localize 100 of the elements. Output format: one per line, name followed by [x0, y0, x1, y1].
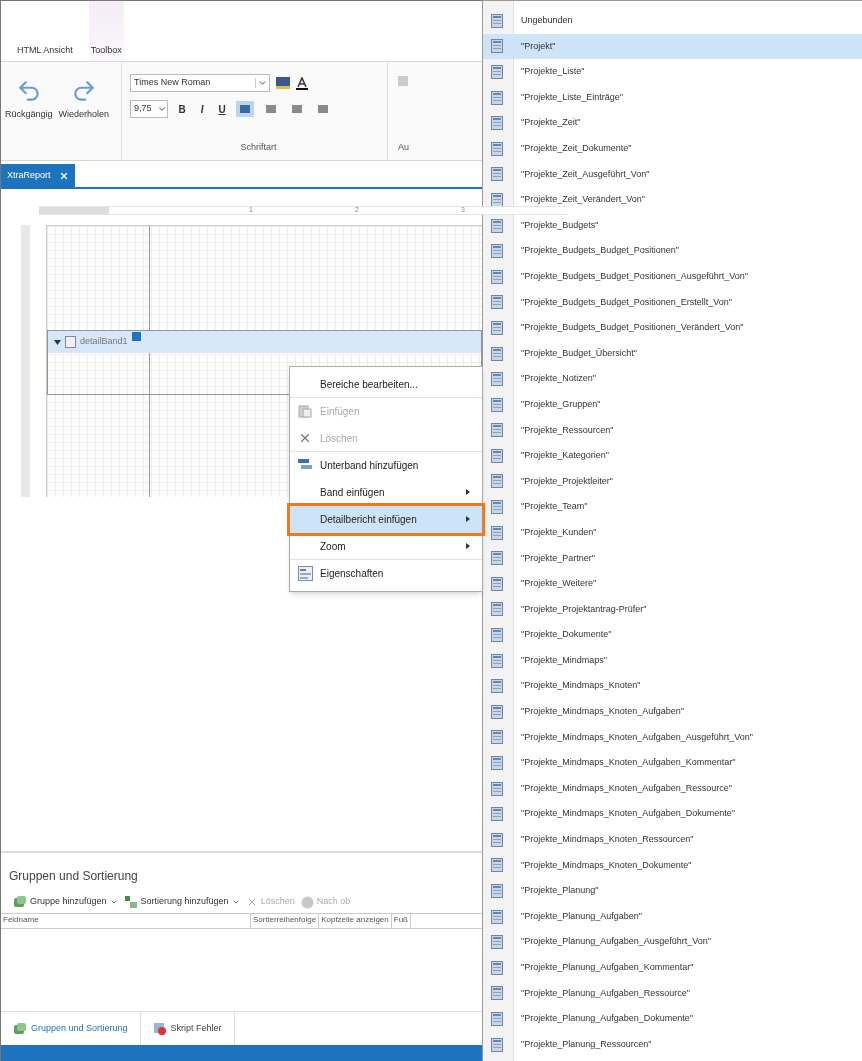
table-icon: [491, 192, 503, 207]
list-item[interactable]: "Projekte_Budget_Übersicht": [483, 340, 862, 367]
caret-icon: [109, 898, 118, 906]
list-item[interactable]: "Projekte_Mindmaps_Knoten_Aufgaben_Ausgeführt_Von": [483, 724, 862, 751]
menu-item[interactable]: Bereiche bearbeiten...: [290, 371, 482, 398]
expand-icon[interactable]: [54, 338, 61, 346]
list-item[interactable]: "Projekte_Mindmaps": [483, 647, 862, 674]
list-item[interactable]: "Projekte_Zeit_Verändert_Von": [483, 187, 862, 213]
panel-title: Gruppen und Sortierung: [8, 868, 139, 885]
table-icon: [491, 423, 503, 438]
list-item[interactable]: "Projekt": [483, 33, 862, 60]
ribbon-tab[interactable]: HTML Ansicht: [15, 1, 75, 61]
undo-button[interactable]: Rückgängig: [5, 78, 53, 160]
menu-item[interactable]: Eigenschaften: [290, 560, 482, 587]
menu-item[interactable]: Band einfügen: [290, 479, 482, 506]
menu-item[interactable]: Zoom: [290, 533, 482, 560]
band-icon: [65, 336, 76, 348]
list-item[interactable]: "Projekte_Projektantrag-Prüfer": [483, 596, 862, 623]
submenu-arrow-icon: [466, 489, 470, 495]
table-icon: [491, 602, 503, 617]
menu-item[interactable]: Unterband hinzufügen: [290, 452, 482, 479]
group-label: Schriftart: [239, 140, 278, 154]
list-item[interactable]: "Projekte_Budgets_Budget_Positionen": [483, 238, 862, 264]
table-icon: [491, 1011, 503, 1026]
list-item[interactable]: "Projekte_Budgets_Budget_Positionen_Erstellt_Von": [483, 289, 862, 316]
table-icon: [491, 65, 503, 79]
list-item[interactable]: "Projekte_Liste": [483, 59, 862, 85]
table-icon: [491, 832, 503, 847]
error-icon: [152, 1021, 167, 1036]
list-item[interactable]: "Projekte_Budgets": [483, 212, 862, 239]
group-icon: [13, 895, 27, 909]
list-item[interactable]: "Projekte_Mindmaps_Knoten_Dokumente": [483, 852, 862, 879]
list-item[interactable]: "Projekte_Ressourcen": [483, 417, 862, 444]
list-item[interactable]: "Projekte_Mindmaps_Knoten_Aufgaben_Ressource": [483, 775, 862, 802]
column-header[interactable]: Kopfzeile anzeigen: [319, 914, 392, 928]
list-item[interactable]: "Projekte_Planung_Aufgaben_Ressource": [483, 980, 862, 1007]
table-icon: [491, 474, 503, 489]
menu-item[interactable]: Detailbericht einfügen: [290, 506, 482, 533]
list-item[interactable]: "Projekte_Zeit": [483, 110, 862, 136]
table-icon: [491, 320, 503, 335]
list-item[interactable]: "Projekte_Mindmaps_Knoten_Aufgaben": [483, 699, 862, 725]
list-item[interactable]: "Projekte_Planung_Aufgaben_Dokumente": [483, 1006, 862, 1032]
highlight-color-icon: [276, 77, 291, 89]
list-item[interactable]: "Projekte_Weitere": [483, 571, 862, 597]
list-item[interactable]: "Projekte_Budgets_Budget_Positionen_Verändert_Von": [483, 315, 862, 341]
list-item[interactable]: "Projekte_Kunden": [483, 519, 862, 546]
list-item[interactable]: "Projekte_Planung_Aufgaben_Ausgeführt_Von": [483, 929, 862, 955]
format-button[interactable]: B: [176, 101, 189, 117]
table-icon: [491, 653, 503, 668]
list-item[interactable]: "Projekte_Notizen": [483, 366, 862, 392]
ribbon-tab[interactable]: Toolbox: [88, 1, 124, 61]
table-icon: [491, 858, 503, 873]
table-icon: [491, 551, 503, 566]
table-icon: [491, 372, 503, 387]
table-icon: [491, 269, 503, 284]
size-dropdown[interactable]: 9,75: [130, 100, 169, 118]
list-item[interactable]: "Projekte_Gruppen": [483, 391, 862, 418]
list-item[interactable]: Ungebunden: [483, 8, 862, 34]
list-item[interactable]: "Projekte_Liste_Einträge": [483, 84, 862, 111]
list-item[interactable]: "Projekte_Zeit_Ausgeführt_Von": [483, 161, 862, 188]
document-tab[interactable]: XtraReport: [1, 164, 75, 187]
smart-tag-icon[interactable]: [131, 331, 141, 341]
caret-icon: [157, 104, 168, 114]
list-item[interactable]: "Projekte_Planung_Ressourcen": [483, 1031, 862, 1058]
list-item[interactable]: "Projekte_Team": [483, 494, 862, 520]
format-button[interactable]: I: [196, 101, 209, 117]
list-item[interactable]: "Projekte_Mindmaps_Knoten_Aufgaben_Kommentar": [483, 750, 862, 776]
table-icon: [491, 90, 503, 105]
toolbar-button[interactable]: Sortierung hinzufügen: [123, 895, 240, 909]
format-button[interactable]: U: [216, 101, 229, 117]
table-icon: [491, 781, 503, 796]
list-item[interactable]: "Projekte_Mindmaps_Knoten_Ressourcen": [483, 827, 862, 853]
list-item[interactable]: "Projekte_Mindmaps_Knoten": [483, 673, 862, 700]
column-header[interactable]: Sortierreihenfolge: [251, 914, 320, 928]
list-item[interactable]: "Projekte_Kategorien": [483, 443, 862, 469]
list-item[interactable]: "Projekte_Partner": [483, 545, 862, 572]
paste-icon: [298, 404, 312, 418]
list-item[interactable]: "Projekte_Planung_Aufgaben": [483, 903, 862, 930]
size-value: 9,75: [134, 102, 152, 116]
table-icon: [491, 576, 503, 591]
list-item[interactable]: "Projekte_Planung_Aufgaben_Kommentar": [483, 954, 862, 981]
align-button[interactable]: [236, 101, 255, 117]
column-header[interactable]: Fuß: [391, 914, 411, 928]
table-icon: [491, 1037, 503, 1052]
list-item[interactable]: "Projekte_Budgets_Budget_Positionen_Ausgeführt_Von": [483, 263, 862, 290]
list-item[interactable]: "Projekte_Projektleiter": [483, 468, 862, 495]
table-icon: [491, 244, 503, 259]
table-icon: [491, 884, 503, 898]
column-header[interactable]: Feldname: [1, 914, 251, 928]
toolbar-button[interactable]: Gruppe hinzufügen: [13, 895, 118, 909]
table-icon: [491, 39, 503, 54]
font-dropdown[interactable]: Times New Roman: [130, 74, 271, 92]
table-icon: [491, 960, 503, 975]
redo-button[interactable]: Wiederholen: [58, 78, 110, 160]
list-item[interactable]: "Projekte_Zeit_Dokumente": [483, 135, 862, 162]
list-item[interactable]: "Projekte_Mindmaps_Knoten_Aufgaben_Dokumente": [483, 801, 862, 827]
table-icon: [491, 704, 503, 719]
list-item[interactable]: "Projekte_Dokumente": [483, 622, 862, 648]
delete-icon: [298, 431, 312, 445]
list-item[interactable]: "Projekte_Planung": [483, 878, 862, 904]
